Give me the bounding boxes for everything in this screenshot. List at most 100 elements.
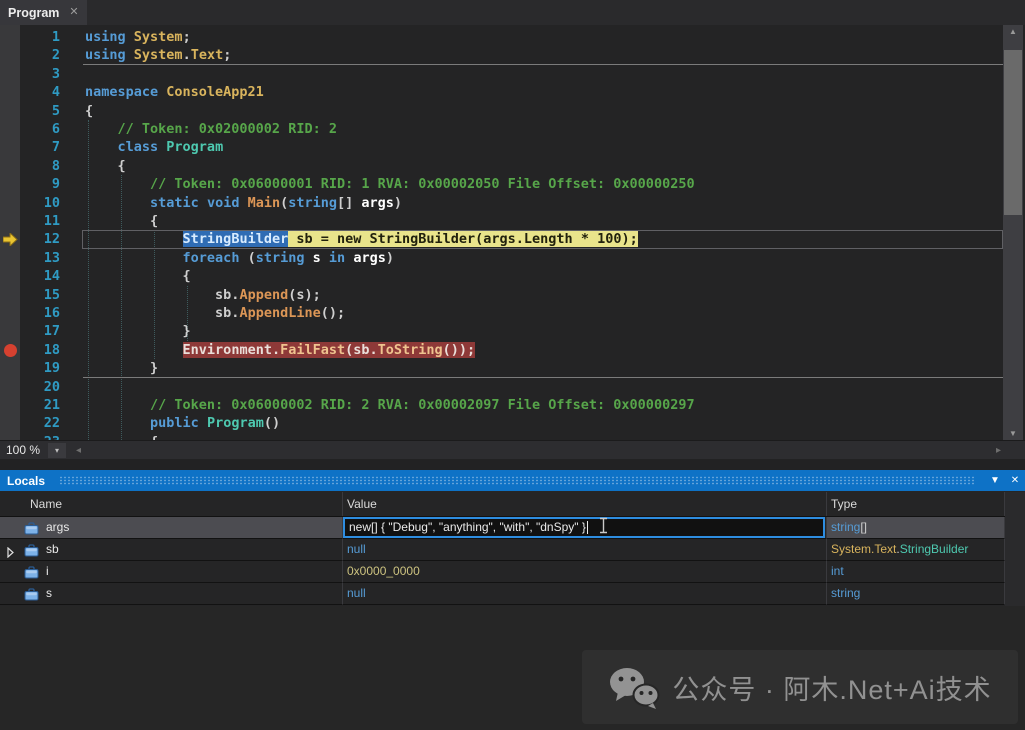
code-line[interactable]: 16 sb.AppendLine();: [0, 304, 1025, 323]
locals-value-cell[interactable]: null: [343, 539, 827, 561]
line-number: 8: [0, 157, 62, 175]
breakpoint-icon[interactable]: [4, 344, 17, 357]
expander-icon[interactable]: [7, 544, 14, 561]
scroll-up-icon[interactable]: ▲: [1003, 25, 1023, 38]
column-header-type[interactable]: Type: [827, 492, 1005, 516]
code-line[interactable]: 12 StringBuilder sb = new StringBuilder(…: [0, 230, 1025, 249]
variable-name: i: [46, 561, 49, 582]
panel-close-icon[interactable]: ✕: [1005, 475, 1025, 486]
code-text: using System;: [85, 29, 191, 45]
code-line[interactable]: 1using System;: [0, 28, 1025, 47]
zoom-level-control[interactable]: 100 %: [0, 441, 46, 460]
scroll-left-icon[interactable]: ◂: [76, 441, 81, 460]
locals-name-cell[interactable]: sb: [0, 539, 343, 561]
locals-name-cell[interactable]: s: [0, 583, 343, 605]
line-number: 4: [0, 83, 62, 101]
code-line[interactable]: 3: [0, 65, 1025, 84]
code-text: {: [85, 103, 93, 119]
code-text: Environment.FailFast(sb.ToString());: [85, 342, 475, 358]
wechat-icon: [608, 665, 660, 709]
line-number: 3: [0, 65, 62, 83]
code-line[interactable]: 8 {: [0, 157, 1025, 176]
locals-panel-title: Locals: [0, 474, 45, 488]
line-number: 17: [0, 322, 62, 340]
tab-close-icon[interactable]: ✕: [69, 7, 78, 18]
line-number: 11: [0, 212, 62, 230]
locals-row-i[interactable]: i 0x0000_0000int: [0, 561, 1005, 583]
ibeam-cursor-icon: [598, 517, 609, 539]
code-text: public Program(): [85, 415, 280, 431]
line-number: 14: [0, 267, 62, 285]
code-line[interactable]: 23 {: [0, 433, 1025, 440]
panel-menu-icon[interactable]: ▼: [985, 475, 1005, 486]
value-edit-input[interactable]: new[] { "Debug", "anything", "with", "dn…: [343, 517, 825, 538]
line-number: 20: [0, 378, 62, 396]
column-header-value[interactable]: Value: [343, 492, 827, 516]
code-line[interactable]: 17 }: [0, 322, 1025, 341]
tab-program[interactable]: Program ✕: [0, 0, 87, 25]
code-text: // Token: 0x02000002 RID: 2: [85, 121, 337, 137]
locals-table-right-gutter: [1005, 492, 1025, 606]
scroll-down-icon[interactable]: ▼: [1003, 427, 1023, 440]
locals-value-cell[interactable]: null: [343, 583, 827, 605]
dnspy-debugger-window: Program ✕ 1using System;2using System.Te…: [0, 0, 1025, 730]
locals-value-cell[interactable]: new[] { "Debug", "anything", "with", "dn…: [343, 517, 827, 539]
variable-icon: [24, 587, 39, 605]
code-text: using System.Text;: [85, 47, 231, 63]
scroll-right-icon[interactable]: ▸: [996, 441, 1001, 460]
locals-row-args[interactable]: args new[] { "Debug", "anything", "with",…: [0, 517, 1005, 539]
code-line[interactable]: 2using System.Text;: [0, 46, 1025, 65]
code-line[interactable]: 19 }: [0, 359, 1025, 378]
code-text: {: [85, 268, 191, 284]
code-line[interactable]: 4namespace ConsoleApp21: [0, 83, 1025, 102]
code-text: sb.AppendLine();: [85, 305, 345, 321]
panel-separator: [0, 459, 1025, 470]
locals-row-sb[interactable]: sb nullSystem.Text.StringBuilder: [0, 539, 1005, 561]
locals-type-cell: string[]: [827, 517, 1005, 539]
locals-row-s[interactable]: snullstring: [0, 583, 1005, 605]
column-header-name[interactable]: Name: [0, 492, 343, 516]
code-line[interactable]: 20: [0, 378, 1025, 397]
titlebar-grip-texture: [59, 476, 975, 485]
code-editor[interactable]: 1using System;2using System.Text;34names…: [0, 25, 1025, 440]
current-statement-arrow-icon: [3, 233, 18, 251]
code-line[interactable]: 7 class Program: [0, 138, 1025, 157]
variable-icon: [24, 521, 39, 539]
code-line[interactable]: 14 {: [0, 267, 1025, 286]
locals-type-cell: System.Text.StringBuilder: [827, 539, 1005, 561]
document-tabbar: Program ✕: [0, 0, 1025, 25]
code-line[interactable]: 10 static void Main(string[] args): [0, 194, 1025, 213]
code-line[interactable]: 15 sb.Append(s);: [0, 286, 1025, 305]
code-line[interactable]: 9 // Token: 0x06000001 RID: 1 RVA: 0x000…: [0, 175, 1025, 194]
locals-name-cell[interactable]: i: [0, 561, 343, 583]
code-line[interactable]: 22 public Program(): [0, 414, 1025, 433]
code-line[interactable]: 6 // Token: 0x02000002 RID: 2: [0, 120, 1025, 139]
locals-panel-titlebar[interactable]: Locals ▼ ✕: [0, 470, 1025, 491]
locals-value-cell[interactable]: 0x0000_0000: [343, 561, 827, 583]
line-number: 10: [0, 194, 62, 212]
code-line[interactable]: 18 Environment.FailFast(sb.ToString());: [0, 341, 1025, 360]
line-number: 9: [0, 175, 62, 193]
watermark-text: 公众号 · 阿木.Net+Ai技术: [672, 668, 991, 707]
text-caret: [587, 521, 588, 534]
variable-name: sb: [46, 539, 59, 560]
code-line[interactable]: 5{: [0, 102, 1025, 121]
code-line[interactable]: 11 {: [0, 212, 1025, 231]
vertical-scrollbar[interactable]: ▲ ▼: [1003, 25, 1023, 440]
line-number: 16: [0, 304, 62, 322]
code-text: {: [85, 213, 158, 229]
code-text: static void Main(string[] args): [85, 195, 402, 211]
variable-name: s: [46, 583, 52, 604]
locals-name-cell[interactable]: args: [0, 517, 343, 539]
code-text: }: [85, 323, 191, 339]
code-text: foreach (string s in args): [85, 250, 394, 266]
code-line[interactable]: 13 foreach (string s in args): [0, 249, 1025, 268]
code-line[interactable]: 21 // Token: 0x06000002 RID: 2 RVA: 0x00…: [0, 396, 1025, 415]
line-number: 15: [0, 286, 62, 304]
zoom-dropdown-button[interactable]: ▾: [48, 443, 66, 458]
zoom-level-value: 100 %: [6, 443, 40, 457]
locals-type-cell: int: [827, 561, 1005, 583]
vertical-scrollbar-thumb[interactable]: [1004, 50, 1022, 215]
code-text: class Program: [85, 139, 223, 155]
variable-name: args: [46, 517, 69, 538]
